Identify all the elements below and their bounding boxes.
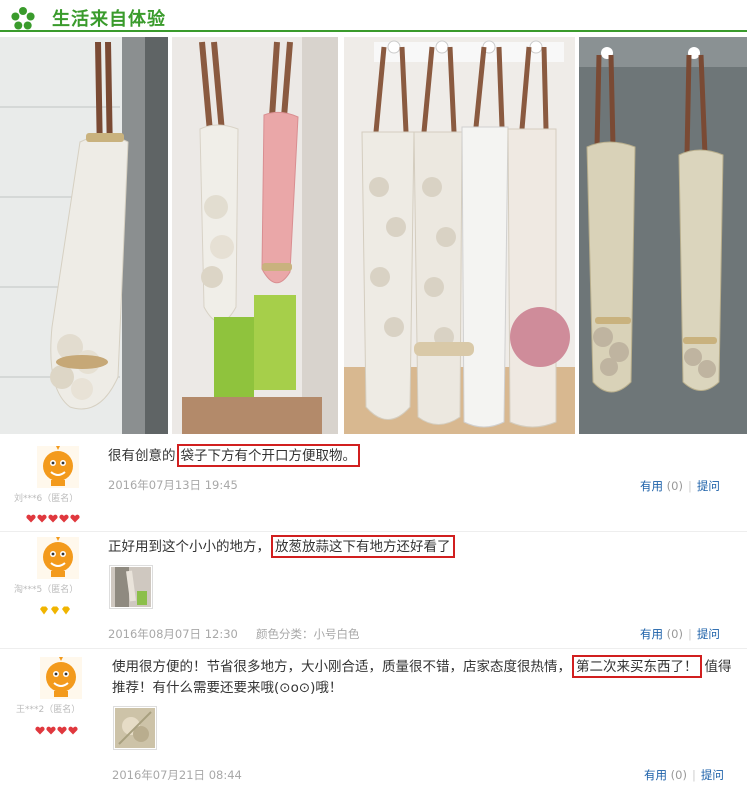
rank-heart-icon — [48, 508, 58, 523]
ask-button[interactable]: 提问 — [697, 627, 720, 641]
rank-diamond-icon — [61, 600, 71, 615]
section-title: 生活来自体验 — [52, 9, 166, 30]
rank-heart-icon — [37, 508, 47, 523]
ask-button[interactable]: 提问 — [697, 479, 720, 493]
review-text-prefix: 很有创意的 — [108, 448, 176, 464]
review-highlight: 第二次来买东西了！ — [572, 655, 702, 678]
review-item: 王***2（匿名） 使用很方便的！节省很多地方，大小刚合适，质量很不错，店家态度… — [0, 650, 747, 799]
review-text-line-2: 推荐！有什么需要还要来哦(⊙o⊙)哦！ — [112, 680, 343, 696]
username: 王***2（匿名） — [16, 705, 81, 715]
review-date: 2016年07月21日 08:44 — [112, 768, 242, 782]
review-text-suffix: 值得 — [704, 659, 732, 675]
product-photo-3[interactable] — [344, 37, 575, 434]
rank-icons — [26, 508, 80, 523]
useful-count: (0) — [670, 768, 687, 782]
useful-button[interactable]: 有用 — [644, 768, 667, 782]
green-flower-icon — [11, 7, 35, 30]
useful-count: (0) — [666, 627, 683, 641]
avatar — [37, 537, 79, 579]
useful-count: (0) — [666, 479, 683, 493]
divider — [0, 648, 747, 649]
section-header: 生活来自体验 — [0, 0, 747, 34]
useful-button[interactable]: 有用 — [640, 479, 663, 493]
review-item: 淘***5（匿名） 正好用到这个小小的地方， 放葱放蒜这下有地方还好看了 2016… — [0, 530, 747, 650]
review-actions: 有用 (0) | 提问 — [644, 768, 724, 782]
review-text-prefix: 正好用到这个小小的地方， — [108, 539, 270, 555]
product-photo-2[interactable] — [172, 37, 338, 434]
rank-heart-icon — [57, 720, 67, 735]
rank-heart-icon — [46, 720, 56, 735]
review-actions: 有用 (0) | 提问 — [640, 627, 720, 641]
username: 刘***6（匿名） — [14, 494, 79, 504]
review-photo-thumbnail[interactable] — [109, 565, 153, 609]
review-text: 使用很方便的！节省很多地方，大小刚合适，质量很不错，店家态度很热情， 第二次来买东… — [112, 655, 732, 698]
rank-heart-icon — [35, 720, 45, 735]
useful-button[interactable]: 有用 — [640, 627, 663, 641]
username: 淘***5（匿名） — [14, 585, 79, 595]
rank-heart-icon — [70, 508, 80, 523]
review-text-line-1: 使用很方便的！节省很多地方，大小刚合适，质量很不错，店家态度很热情， 第二次来买东… — [112, 655, 732, 678]
review-text: 正好用到这个小小的地方， 放葱放蒜这下有地方还好看了 — [108, 535, 455, 558]
rank-diamond-icon — [50, 600, 60, 615]
rank-icons — [39, 600, 71, 615]
rank-icons — [35, 720, 78, 735]
review-item: 刘***6（匿名） 很有创意的 袋子下方有个开口方便取物。 2016年07月13日… — [0, 436, 747, 536]
rank-diamond-icon — [39, 600, 49, 615]
review-text: 很有创意的 袋子下方有个开口方便取物。 — [108, 444, 360, 467]
review-photo-thumbnail[interactable] — [113, 706, 157, 750]
avatar — [37, 446, 79, 488]
product-photo-1[interactable] — [0, 37, 168, 434]
product-photo-4[interactable] — [579, 37, 747, 434]
review-variant: 颜色分类：小号白色 — [256, 627, 360, 641]
rank-heart-icon — [26, 508, 36, 523]
ask-button[interactable]: 提问 — [701, 768, 724, 782]
review-highlight: 放葱放蒜这下有地方还好看了 — [271, 535, 455, 558]
avatar — [40, 657, 82, 699]
rank-heart-icon — [59, 508, 69, 523]
rank-heart-icon — [68, 720, 78, 735]
review-actions: 有用 (0) | 提问 — [640, 479, 720, 493]
review-date: 2016年08月07日 12:30 — [108, 627, 238, 641]
review-text-prefix: 使用很方便的！节省很多地方，大小刚合适，质量很不错，店家态度很热情， — [112, 659, 571, 675]
review-highlight: 袋子下方有个开口方便取物。 — [176, 444, 360, 467]
review-date: 2016年07月13日 19:45 — [108, 478, 238, 492]
header-divider — [0, 30, 747, 32]
